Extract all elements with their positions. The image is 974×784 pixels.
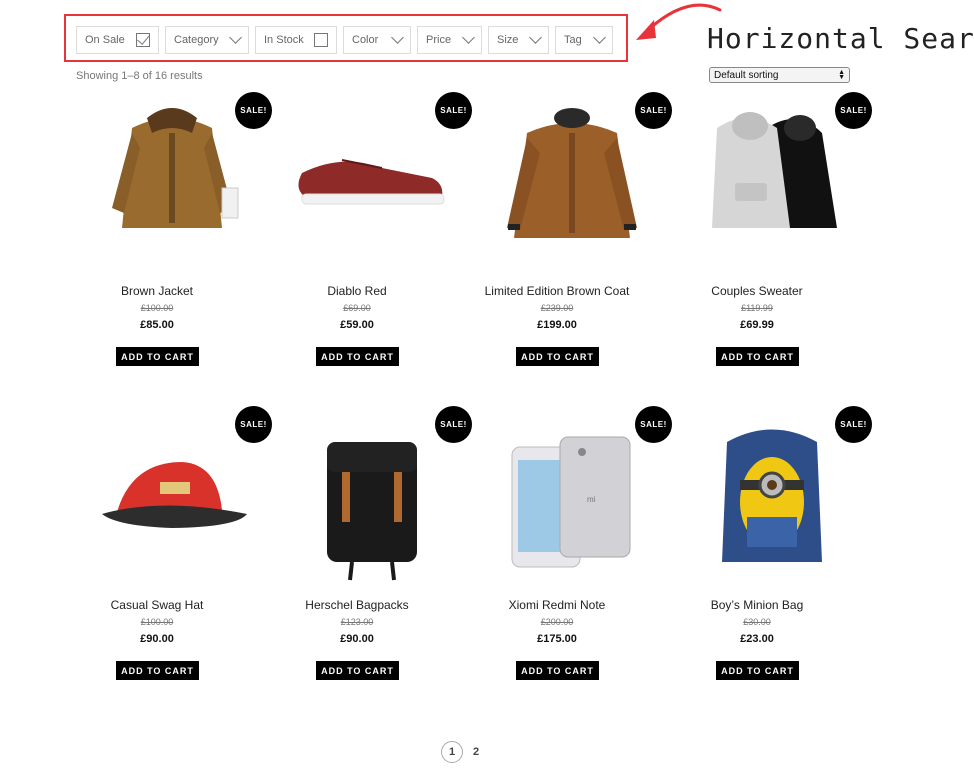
annotation-text: Horizontal Search xyxy=(707,22,974,55)
filter-size-label: Size xyxy=(497,34,519,46)
sort-selected: Default sorting xyxy=(714,69,779,81)
filter-in-stock-label: In Stock xyxy=(264,34,304,46)
sale-badge: SALE! xyxy=(435,406,472,443)
add-to-cart-button[interactable]: ADD TO CART xyxy=(316,347,399,366)
product-price: £90.00 xyxy=(340,633,374,645)
results-count: Showing 1–8 of 16 results xyxy=(76,70,203,82)
product-old-price: £30.00 xyxy=(743,617,771,627)
product-card[interactable]: SALE! Casual Swag Hat £100.00 £90.00 ADD TO … xyxy=(72,402,272,692)
product-card[interactable]: SALE! Limited Edition Brown Coat £239.00 £1… xyxy=(472,88,672,378)
product-card[interactable]: SALE! Couples Sweater £119.99 £69.99 ADD TO … xyxy=(672,88,872,378)
filter-in-stock[interactable]: In Stock xyxy=(255,26,337,54)
filter-size[interactable]: Size xyxy=(488,26,549,54)
pagination: 1 2 xyxy=(441,741,479,763)
page-next[interactable]: 2 xyxy=(473,746,479,758)
product-price: £90.00 xyxy=(140,633,174,645)
product-price: £85.00 xyxy=(140,319,174,331)
horizontal-search-highlight: On Sale Category In Stock Color Price Si… xyxy=(64,14,628,62)
sale-badge: SALE! xyxy=(235,406,272,443)
add-to-cart-button[interactable]: ADD TO CART xyxy=(716,347,799,366)
product-old-price: £69.00 xyxy=(343,303,371,313)
product-old-price: £200.00 xyxy=(540,617,574,627)
sale-badge: SALE! xyxy=(635,92,672,129)
filter-color-label: Color xyxy=(352,34,379,46)
add-to-cart-button[interactable]: ADD TO CART xyxy=(516,347,599,366)
filter-on-sale-label: On Sale xyxy=(85,34,125,46)
product-price: £199.00 xyxy=(537,319,577,331)
sale-badge: SALE! xyxy=(435,92,472,129)
sale-badge: SALE! xyxy=(635,406,672,443)
product-name[interactable]: Xiomi Redmi Note xyxy=(472,598,642,612)
filter-price-label: Price xyxy=(426,34,452,46)
product-name[interactable]: Boy’s Minion Bag xyxy=(672,598,842,612)
product-old-price: £123.00 xyxy=(340,617,374,627)
product-card[interactable]: SALE! Boy’s Minion Bag £30.00 £23.00 ADD TO … xyxy=(672,402,872,692)
chevron-down-icon xyxy=(529,31,542,44)
sale-badge: SALE! xyxy=(835,92,872,129)
product-name[interactable]: Limited Edition Brown Coat xyxy=(472,284,642,298)
sale-badge: SALE! xyxy=(835,406,872,443)
chevron-down-icon xyxy=(391,31,404,44)
product-name[interactable]: Casual Swag Hat xyxy=(72,598,242,612)
svg-text:mi: mi xyxy=(587,495,596,504)
add-to-cart-button[interactable]: ADD TO CART xyxy=(716,661,799,680)
chevron-down-icon xyxy=(229,31,242,44)
product-old-price: £100.00 xyxy=(140,617,174,627)
product-card[interactable]: SALE! Brown Jacket £100.00 £85.00 ADD TO CAR… xyxy=(72,88,272,378)
product-old-price: £119.99 xyxy=(741,303,773,313)
add-to-cart-button[interactable]: ADD TO CART xyxy=(316,661,399,680)
product-name[interactable]: Brown Jacket xyxy=(72,284,242,298)
product-price: £23.00 xyxy=(740,633,774,645)
product-price: £69.99 xyxy=(740,319,774,331)
sort-select[interactable]: Default sorting ▲ ▼ xyxy=(709,67,850,83)
filter-tag-label: Tag xyxy=(564,34,582,46)
page-current[interactable]: 1 xyxy=(441,741,463,763)
product-price: £175.00 xyxy=(537,633,577,645)
product-name[interactable]: Diablo Red xyxy=(272,284,442,298)
product-card[interactable]: SALE! Herschel Bagpacks £123.00 £90.00 ADD T… xyxy=(272,402,472,692)
product-name[interactable]: Couples Sweater xyxy=(672,284,842,298)
filter-price[interactable]: Price xyxy=(417,26,482,54)
product-name[interactable]: Herschel Bagpacks xyxy=(272,598,442,612)
filter-category-label: Category xyxy=(174,34,219,46)
filter-on-sale[interactable]: On Sale xyxy=(76,26,159,54)
chevron-down-icon xyxy=(593,31,606,44)
add-to-cart-button[interactable]: ADD TO CART xyxy=(116,347,199,366)
filter-color[interactable]: Color xyxy=(343,26,411,54)
add-to-cart-button[interactable]: ADD TO CART xyxy=(516,661,599,680)
checkbox-checked-icon[interactable] xyxy=(136,33,150,47)
checkbox-icon[interactable] xyxy=(314,33,328,47)
sale-badge: SALE! xyxy=(235,92,272,129)
chevron-down-icon xyxy=(462,31,475,44)
product-card[interactable]: mi SALE! Xiomi Redmi Note £200.00 £175.00 ADD… xyxy=(472,402,672,692)
add-to-cart-button[interactable]: ADD TO CART xyxy=(116,661,199,680)
filter-category[interactable]: Category xyxy=(165,26,249,54)
product-old-price: £100.00 xyxy=(140,303,174,313)
product-old-price: £239.00 xyxy=(540,303,574,313)
select-arrows-icon: ▲ ▼ xyxy=(838,69,845,81)
filter-tag[interactable]: Tag xyxy=(555,26,613,54)
product-card[interactable]: SALE! Diablo Red £69.00 £59.00 ADD TO CART xyxy=(272,88,472,378)
product-price: £59.00 xyxy=(340,319,374,331)
